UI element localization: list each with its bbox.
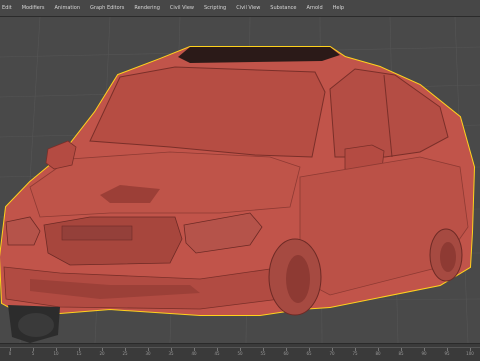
timeline-tick-label: 45 [214, 351, 220, 356]
timeline-tick-label: 15 [76, 351, 82, 356]
timeline-tick-label: 60 [283, 351, 289, 356]
menu-rendering[interactable]: Rendering [129, 0, 165, 16]
menu-modifiers[interactable]: Modifiers [17, 0, 50, 16]
perspective-viewport[interactable] [0, 17, 480, 343]
timeline-tick-label: 65 [306, 351, 312, 356]
rear-wheel [429, 228, 463, 282]
timeline-ruler[interactable]: 0 5 10 15 20 25 30 35 40 45 50 55 60 65 70 75 80 85 90 95 10… [0, 343, 480, 361]
timeline-tick-label: 55 [260, 351, 266, 356]
menu-scripting[interactable]: Scripting [199, 0, 231, 16]
timeline-tick-label: 5 [31, 351, 35, 356]
timeline-tick-label: 95 [444, 351, 450, 356]
menu-substance[interactable]: Substance [265, 0, 301, 16]
viewport-canvas [0, 17, 480, 343]
timeline-tick-label: 30 [145, 351, 151, 356]
timeline-tick-label: 85 [398, 351, 404, 356]
timeline-tick-label: 0 [8, 351, 12, 356]
menu-animation[interactable]: Animation [50, 0, 86, 16]
timeline-tick-label: 35 [168, 351, 174, 356]
car-roof [178, 47, 340, 63]
timeline-tick-label: 50 [237, 351, 243, 356]
menu-bar: Edit Modifiers Animation Graph Editors R… [0, 0, 480, 17]
timeline-tick-label: 75 [352, 351, 358, 356]
car-windshield [89, 66, 326, 158]
menu-civil-view-2[interactable]: Civil View [231, 0, 265, 16]
left-mirror [45, 140, 77, 170]
timeline-tick-label: 80 [375, 351, 381, 356]
car-grille [43, 216, 183, 266]
menu-arnold[interactable]: Arnold [301, 0, 327, 16]
menu-graph-editors[interactable]: Graph Editors [85, 0, 129, 16]
menu-civil-view[interactable]: Civil View [165, 0, 199, 16]
timeline-tick-label: 40 [191, 351, 197, 356]
timeline-tick-label: 100 [466, 351, 474, 356]
menu-edit[interactable]: Edit [0, 0, 17, 16]
car-side-windows [329, 68, 449, 158]
timeline-tick-label: 10 [53, 351, 59, 356]
timeline-tick-label: 90 [421, 351, 427, 356]
front-wheel [268, 238, 322, 316]
car-model[interactable] [0, 46, 476, 343]
menu-help[interactable]: Help [328, 0, 349, 16]
timeline-tick-label: 25 [122, 351, 128, 356]
timeline-tick-label: 20 [99, 351, 105, 356]
timeline-tick-label: 70 [329, 351, 335, 356]
